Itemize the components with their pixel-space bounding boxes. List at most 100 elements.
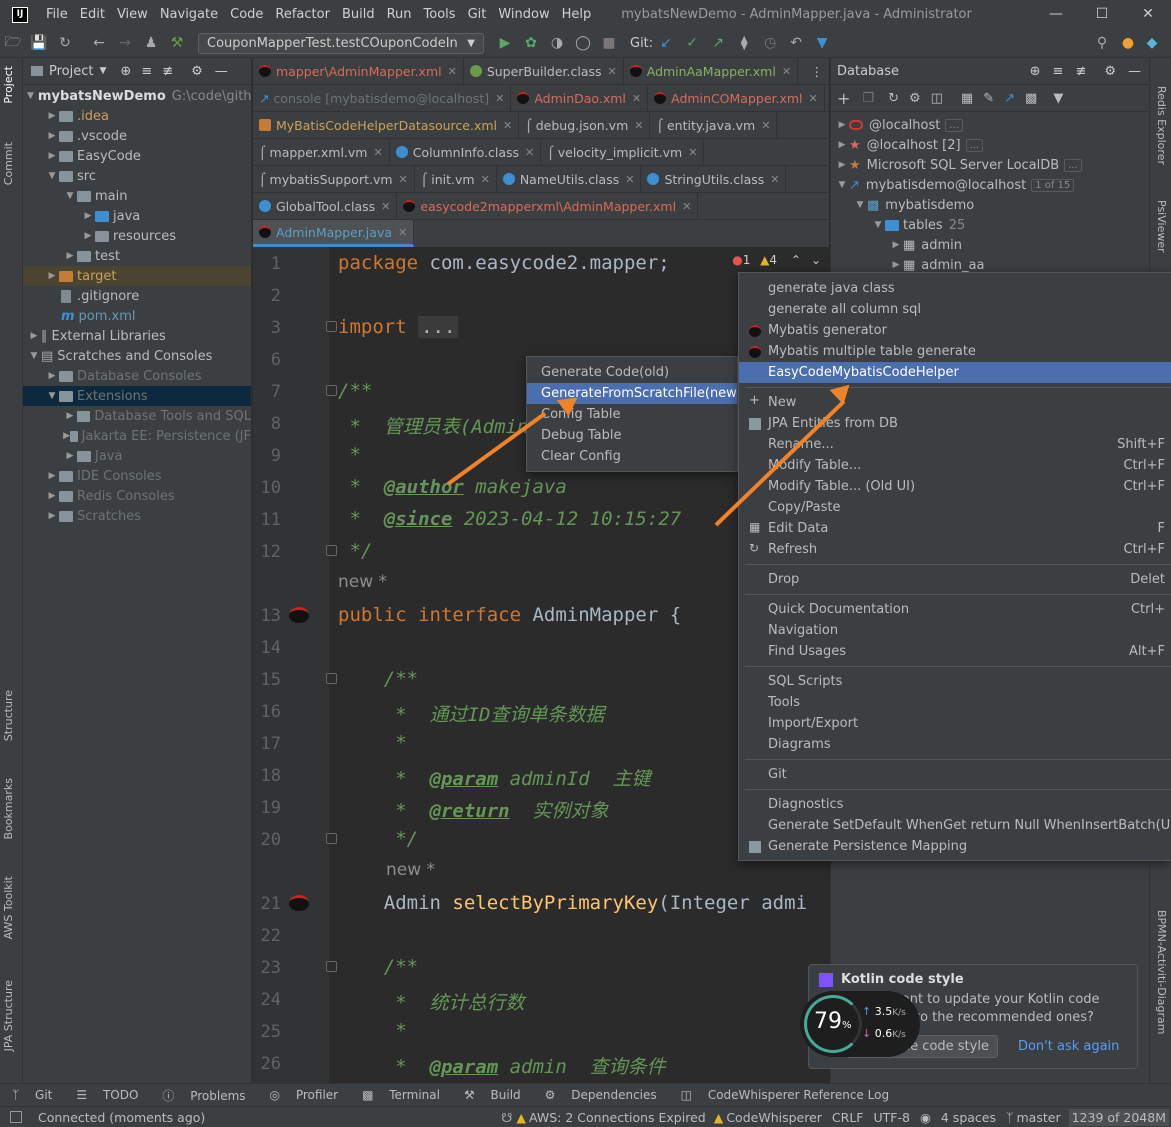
tree-item-easycode[interactable]: ▶ EasyCode bbox=[23, 146, 251, 166]
tree-item-scratches-folder[interactable]: ▶ Scratches bbox=[23, 506, 251, 526]
toolbox-icon[interactable]: ◆ bbox=[1139, 35, 1165, 51]
bpmn-tool-button[interactable]: BPMN-Activiti-Diagram bbox=[1155, 910, 1168, 1035]
mybatis-bird-icon[interactable] bbox=[289, 895, 309, 911]
tree-item-gitignore[interactable]: .gitignore bbox=[23, 286, 251, 306]
tab-stringutils[interactable]: StringUtils.class ✕ bbox=[641, 165, 787, 193]
menu-item-generate-code-old[interactable]: Generate Code(old) bbox=[527, 362, 737, 383]
tree-item-jakarta[interactable]: ▶ Jakarta EE: Persistence (JF bbox=[23, 426, 251, 446]
menu-item-find-usages[interactable]: Find Usages Alt+F bbox=[745, 641, 1171, 662]
menu-item-sql-scripts[interactable]: SQL Scripts bbox=[745, 671, 1171, 692]
tree-item-vscode[interactable]: ▶ .vscode bbox=[23, 126, 251, 146]
menu-item-generate-java-class[interactable]: generate java class bbox=[745, 278, 1171, 299]
gear-icon[interactable]: ⚙ bbox=[1104, 64, 1116, 79]
tree-item-extensions[interactable]: ▼ Extensions bbox=[23, 386, 251, 406]
minimize-button[interactable]: — bbox=[1033, 0, 1079, 29]
mybatis-bird-icon[interactable] bbox=[289, 607, 309, 623]
db-node-table-admin[interactable]: ▶ ▦ admin bbox=[831, 235, 1149, 255]
menu-item-refresh[interactable]: ↻ Refresh Ctrl+F bbox=[745, 539, 1171, 560]
indent-setting[interactable]: 4 spaces bbox=[941, 1110, 996, 1125]
copy-icon[interactable]: ❐ bbox=[862, 91, 874, 106]
redis-explorer-tool-button[interactable]: Redis Explorer bbox=[1155, 86, 1168, 165]
menu-item-tools[interactable]: Tools bbox=[745, 692, 1171, 713]
codewhisperer-status[interactable]: CodeWhisperer bbox=[726, 1110, 822, 1125]
edit-icon[interactable]: ✎ bbox=[983, 91, 994, 106]
locate-icon[interactable]: ⊕ bbox=[120, 64, 131, 79]
structure-tool-button[interactable]: Structure bbox=[2, 690, 15, 741]
tree-item-database-consoles[interactable]: ▶ Database Consoles bbox=[23, 366, 251, 386]
database-icon[interactable]: ◫ bbox=[931, 91, 943, 106]
menu-edit[interactable]: Edit bbox=[74, 7, 111, 22]
tool-terminal[interactable]: ▩ Terminal bbox=[362, 1088, 446, 1102]
tab-admincomapper[interactable]: AdminCOMapper.xml ✕ bbox=[648, 84, 825, 112]
db-node-mybatisdemo-schema[interactable]: ▼ ▩ mybatisdemo bbox=[831, 195, 1149, 215]
tree-item-ide-consoles[interactable]: ▶ IDE Consoles bbox=[23, 466, 251, 486]
git-commit-icon[interactable]: ✓ bbox=[679, 35, 705, 51]
menu-item-quick-documentation[interactable]: Quick Documentation Ctrl+ bbox=[745, 599, 1171, 620]
hide-icon[interactable]: — bbox=[215, 64, 228, 79]
tree-item-resources[interactable]: ▶ resources bbox=[23, 226, 251, 246]
tab-adminaamapper[interactable]: AdminAaMapper.xml ✕ bbox=[624, 57, 799, 85]
menu-item-new[interactable]: + New bbox=[745, 392, 1171, 413]
db-node-localhost-2[interactable]: ▶ ★ @localhost [2]... bbox=[831, 135, 1149, 155]
fold-icon[interactable] bbox=[326, 385, 337, 396]
tab-mapper-xml-vm[interactable]: ⌠ mapper.xml.vm ✕ bbox=[253, 138, 390, 166]
tab-debug-json[interactable]: ⌠ debug.json.vm ✕ bbox=[519, 111, 651, 139]
menu-item-mybatis-generator[interactable]: Mybatis generator bbox=[745, 320, 1171, 341]
menu-build[interactable]: Build bbox=[336, 7, 381, 22]
profile-icon[interactable]: ◯ bbox=[570, 35, 596, 51]
git-branch[interactable]: master bbox=[1017, 1110, 1061, 1125]
file-encoding[interactable]: UTF-8 bbox=[874, 1110, 910, 1125]
history-icon[interactable]: ◷ bbox=[757, 35, 783, 51]
aws-status[interactable]: AWS: 2 Connections Expired bbox=[529, 1110, 706, 1125]
jump-icon[interactable]: ↗ bbox=[1004, 91, 1015, 106]
tree-item-main[interactable]: ▼ main bbox=[23, 186, 251, 206]
project-tool-button[interactable]: Project bbox=[2, 66, 15, 104]
gear-icon[interactable]: ⚙ bbox=[191, 64, 203, 79]
sync-icon[interactable]: ↻ bbox=[52, 35, 78, 51]
tool-dependencies[interactable]: ⚙ Dependencies bbox=[545, 1088, 663, 1102]
hide-icon[interactable]: — bbox=[1128, 64, 1141, 79]
jpa-structure-tool-button[interactable]: JPA Structure bbox=[2, 980, 15, 1051]
menu-item-navigation[interactable]: Navigation bbox=[745, 620, 1171, 641]
menu-item-easycode-helper[interactable]: EasyCodeMybatisCodeHelper bbox=[739, 362, 1171, 383]
forward-icon[interactable]: → bbox=[112, 35, 138, 51]
line-separator[interactable]: CRLF bbox=[832, 1110, 864, 1125]
tab-entity-java[interactable]: ⌠ entity.java.vm ✕ bbox=[650, 111, 778, 139]
tab-columninfo[interactable]: ColumnInfo.class ✕ bbox=[390, 138, 542, 166]
update-icon[interactable]: ● bbox=[1115, 35, 1141, 51]
console-icon[interactable]: ▩ bbox=[1025, 91, 1037, 106]
debug-icon[interactable]: ✿ bbox=[518, 35, 544, 51]
menu-item-config-table[interactable]: Config Table bbox=[527, 404, 737, 425]
tree-item-test[interactable]: ▶ test bbox=[23, 246, 251, 266]
menu-tools[interactable]: Tools bbox=[418, 7, 462, 22]
psiviewer-tool-button[interactable]: PsiViewer bbox=[1155, 200, 1168, 253]
tree-item-src[interactable]: ▼ src bbox=[23, 166, 251, 186]
tab-console[interactable]: ↗ console [mybatisdemo@localhost] ✕ bbox=[253, 84, 512, 112]
tree-item-idea[interactable]: ▶ .idea bbox=[23, 106, 251, 126]
expand-all-icon[interactable]: ≡ bbox=[1053, 64, 1064, 79]
menu-view[interactable]: View bbox=[111, 7, 154, 22]
inspection-widget[interactable]: ●1 ▲4 ⌃ ⌄ bbox=[732, 253, 821, 267]
author-hint[interactable]: new * bbox=[386, 860, 435, 880]
menu-git[interactable]: Git bbox=[462, 7, 493, 22]
coverage-icon[interactable]: ◑ bbox=[544, 35, 570, 51]
menu-run[interactable]: Run bbox=[381, 7, 418, 22]
close-button[interactable]: ✕ bbox=[1125, 0, 1171, 29]
schema-icon[interactable]: ⚙ bbox=[909, 91, 921, 106]
menu-navigate[interactable]: Navigate bbox=[154, 7, 224, 22]
tab-datasource-xml[interactable]: MyBatisCodeHelperDatasource.xml ✕ bbox=[253, 111, 520, 139]
plugin-icon[interactable]: ▼ bbox=[809, 35, 835, 51]
tab-easycode2mapperxml[interactable]: easycode2mapperxml\AdminMapper.xml ✕ bbox=[397, 192, 699, 220]
filter-icon[interactable]: ▼ bbox=[1053, 91, 1063, 106]
tool-todo[interactable]: ☰ TODO bbox=[76, 1088, 144, 1102]
tool-profiler[interactable]: ◎ Profiler bbox=[270, 1088, 345, 1102]
add-icon[interactable]: + bbox=[837, 89, 850, 108]
menu-help[interactable]: Help bbox=[556, 7, 598, 22]
tree-item-external-libraries[interactable]: ▶ ∥ External Libraries bbox=[23, 326, 251, 346]
back-icon[interactable]: ← bbox=[86, 35, 112, 51]
collapse-all-icon[interactable]: ≢ bbox=[162, 64, 173, 79]
network-speed-widget[interactable]: 79% ↑ 3.5K/s ↓ 0.6K/s bbox=[800, 991, 920, 1057]
tab-overflow-icon[interactable]: ⋮ bbox=[805, 58, 830, 85]
menu-refactor[interactable]: Refactor bbox=[269, 7, 336, 22]
table-icon[interactable]: ▦ bbox=[961, 91, 973, 106]
